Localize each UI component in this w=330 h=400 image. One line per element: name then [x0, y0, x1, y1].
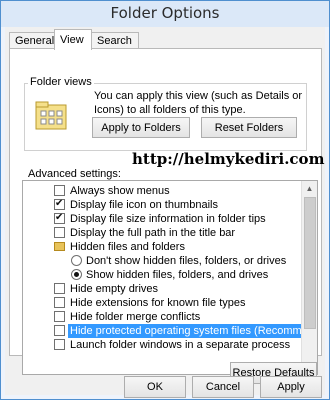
setting-label: Hide folder merge conflicts	[70, 311, 201, 323]
advanced-settings-label: Advanced settings:	[28, 168, 121, 180]
title-bar: Folder Options	[1, 1, 329, 27]
folder-views-description: You can apply this view (such as Details…	[94, 90, 303, 116]
setting-label: Show hidden files, folders, and drives	[86, 269, 269, 281]
checkbox-icon[interactable]	[54, 185, 65, 196]
radio-icon[interactable]	[71, 269, 82, 280]
checkbox-icon[interactable]	[54, 311, 65, 322]
setting-label: Hide protected operating system files (R…	[68, 324, 317, 338]
apply-button[interactable]: Apply	[260, 376, 322, 398]
tab-search[interactable]: Search	[91, 32, 139, 49]
radio-icon[interactable]	[71, 255, 82, 266]
reset-folders-button[interactable]: Reset Folders	[201, 117, 297, 138]
checkbox-icon[interactable]	[54, 297, 65, 308]
dialog-body: General View Search Folder views You can…	[5, 27, 325, 398]
setting-label: Don't show hidden files, folders, or dri…	[86, 255, 287, 267]
scroll-thumb[interactable]	[304, 197, 316, 329]
checkbox-icon[interactable]	[54, 339, 65, 350]
checkbox-icon[interactable]	[54, 283, 65, 294]
setting-label: Launch folder windows in a separate proc…	[70, 339, 291, 351]
view-tab-page: Folder views You can apply this view (su…	[9, 48, 325, 384]
folder-options-window: Folder Options General View Search Folde…	[0, 0, 330, 400]
checkbox-icon[interactable]	[54, 325, 65, 336]
cancel-button[interactable]: Cancel	[192, 376, 254, 398]
setting-label: Display file icon on thumbnails	[70, 199, 218, 211]
advanced-settings-list[interactable]: Always show menus Display file icon on t…	[22, 180, 318, 375]
setting-label: Hidden files and folders	[70, 241, 185, 253]
ok-button[interactable]: OK	[124, 376, 186, 398]
checkbox-icon[interactable]	[54, 227, 65, 238]
checkbox-icon[interactable]	[54, 211, 65, 225]
setting-label: Display file size information in folder …	[70, 213, 266, 225]
apply-to-folders-button[interactable]: Apply to Folders	[92, 117, 190, 138]
setting-label: Display the full path in the title bar	[70, 227, 236, 239]
folder-view-icon	[35, 101, 67, 130]
window-title: Folder Options	[110, 4, 220, 22]
folder-views-label: Folder views	[28, 76, 94, 88]
setting-label: Hide empty drives	[70, 283, 159, 295]
scroll-up-icon[interactable]: ▲	[304, 183, 315, 194]
setting-label: Hide extensions for known file types	[70, 297, 246, 309]
tab-view[interactable]: View	[54, 29, 92, 50]
tab-general[interactable]: General	[9, 32, 55, 49]
vertical-scrollbar[interactable]: ▲ ▼	[301, 181, 317, 372]
setting-label: Always show menus	[70, 185, 170, 197]
watermark-text: http://helmykediri.com	[132, 150, 325, 168]
folder-icon	[54, 242, 65, 251]
checkbox-icon[interactable]	[54, 197, 65, 211]
